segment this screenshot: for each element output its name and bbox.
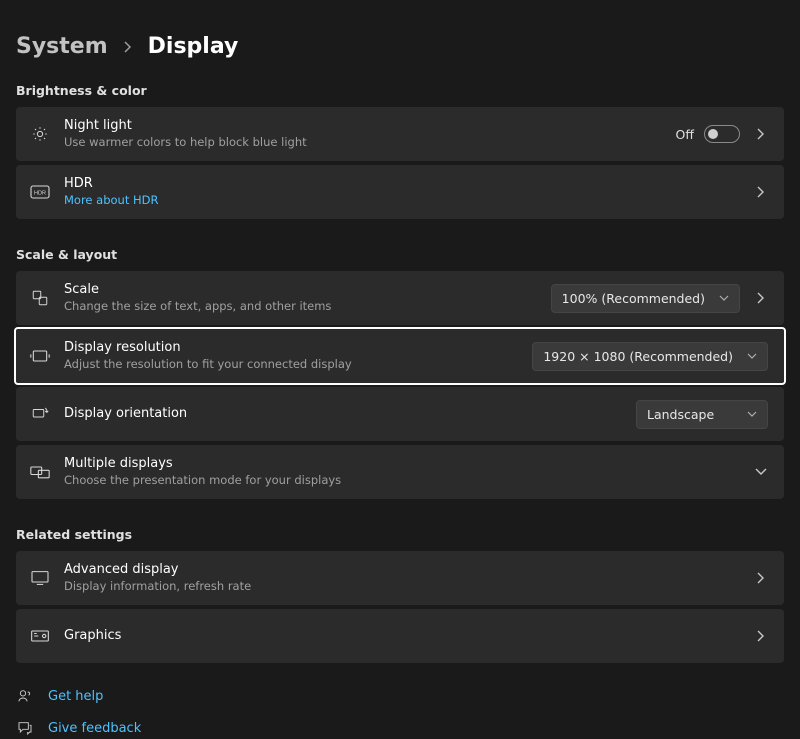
chevron-right-icon <box>754 291 768 305</box>
resolution-dropdown[interactable]: 1920 × 1080 (Recommended) <box>532 342 768 371</box>
row-text: Display orientation <box>64 405 622 423</box>
graphics-icon <box>30 626 50 646</box>
footer-links: Get help Give feedback <box>16 687 784 737</box>
orientation-icon <box>30 404 50 424</box>
row-multiple-displays[interactable]: Multiple displays Choose the presentatio… <box>16 445 784 499</box>
row-text: Graphics <box>64 627 740 645</box>
resolution-title: Display resolution <box>64 339 518 357</box>
page-title: Display <box>148 34 239 59</box>
chevron-right-icon <box>754 571 768 585</box>
scale-dropdown[interactable]: 100% (Recommended) <box>551 284 740 313</box>
feedback-icon <box>16 719 34 737</box>
advanced-display-subtitle: Display information, refresh rate <box>64 579 740 595</box>
row-text: Scale Change the size of text, apps, and… <box>64 281 537 314</box>
row-night-light[interactable]: Night light Use warmer colors to help bl… <box>16 107 784 161</box>
night-light-state: Off <box>676 127 694 142</box>
advanced-display-title: Advanced display <box>64 561 740 579</box>
multiple-displays-subtitle: Choose the presentation mode for your di… <box>64 473 740 489</box>
scale-subtitle: Change the size of text, apps, and other… <box>64 299 537 315</box>
resolution-subtitle: Adjust the resolution to fit your connec… <box>64 357 518 373</box>
row-advanced-display[interactable]: Advanced display Display information, re… <box>16 551 784 605</box>
hdr-icon: HDR <box>30 182 50 202</box>
breadcrumb-parent[interactable]: System <box>16 34 108 59</box>
chevron-right-icon <box>754 127 768 141</box>
get-help-link[interactable]: Get help <box>16 687 784 705</box>
scale-title: Scale <box>64 281 537 299</box>
section-brightness-color: Brightness & color <box>16 83 784 98</box>
svg-text:HDR: HDR <box>34 191 46 197</box>
multiple-displays-title: Multiple displays <box>64 455 740 473</box>
row-text: Night light Use warmer colors to help bl… <box>64 117 662 150</box>
row-hdr[interactable]: HDR HDR More about HDR <box>16 165 784 219</box>
chevron-down-icon <box>719 295 729 301</box>
resolution-icon <box>30 346 50 366</box>
section-scale-layout: Scale & layout <box>16 247 784 262</box>
row-text: Multiple displays Choose the presentatio… <box>64 455 740 488</box>
scale-icon <box>30 288 50 308</box>
row-text: Display resolution Adjust the resolution… <box>64 339 518 372</box>
night-light-subtitle: Use warmer colors to help block blue lig… <box>64 135 662 151</box>
monitor-icon <box>30 568 50 588</box>
chevron-down-icon <box>747 353 757 359</box>
section-related-settings: Related settings <box>16 527 784 542</box>
graphics-title: Graphics <box>64 627 740 645</box>
row-text: Advanced display Display information, re… <box>64 561 740 594</box>
orientation-dropdown[interactable]: Landscape <box>636 400 768 429</box>
night-light-toggle[interactable] <box>704 125 740 143</box>
help-icon <box>16 687 34 705</box>
give-feedback-label: Give feedback <box>48 721 141 736</box>
multiple-displays-icon <box>30 462 50 482</box>
night-light-title: Night light <box>64 117 662 135</box>
chevron-right-icon <box>124 41 132 53</box>
get-help-label: Get help <box>48 689 103 704</box>
resolution-dropdown-value: 1920 × 1080 (Recommended) <box>543 349 733 364</box>
orientation-dropdown-value: Landscape <box>647 407 733 422</box>
row-display-orientation[interactable]: Display orientation Landscape <box>16 387 784 441</box>
give-feedback-link[interactable]: Give feedback <box>16 719 784 737</box>
scale-dropdown-value: 100% (Recommended) <box>562 291 705 306</box>
chevron-down-icon <box>747 411 757 417</box>
orientation-title: Display orientation <box>64 405 622 423</box>
breadcrumb: System Display <box>16 0 784 83</box>
row-scale[interactable]: Scale Change the size of text, apps, and… <box>16 271 784 325</box>
row-display-resolution[interactable]: Display resolution Adjust the resolution… <box>16 329 784 383</box>
row-graphics[interactable]: Graphics <box>16 609 784 663</box>
chevron-right-icon <box>754 185 768 199</box>
chevron-down-icon <box>754 465 768 479</box>
chevron-right-icon <box>754 629 768 643</box>
night-light-icon <box>30 124 50 144</box>
night-light-toggle-wrap: Off <box>676 125 740 143</box>
hdr-more-link[interactable]: More about HDR <box>64 193 740 209</box>
row-text: HDR More about HDR <box>64 175 740 208</box>
hdr-title: HDR <box>64 175 740 193</box>
